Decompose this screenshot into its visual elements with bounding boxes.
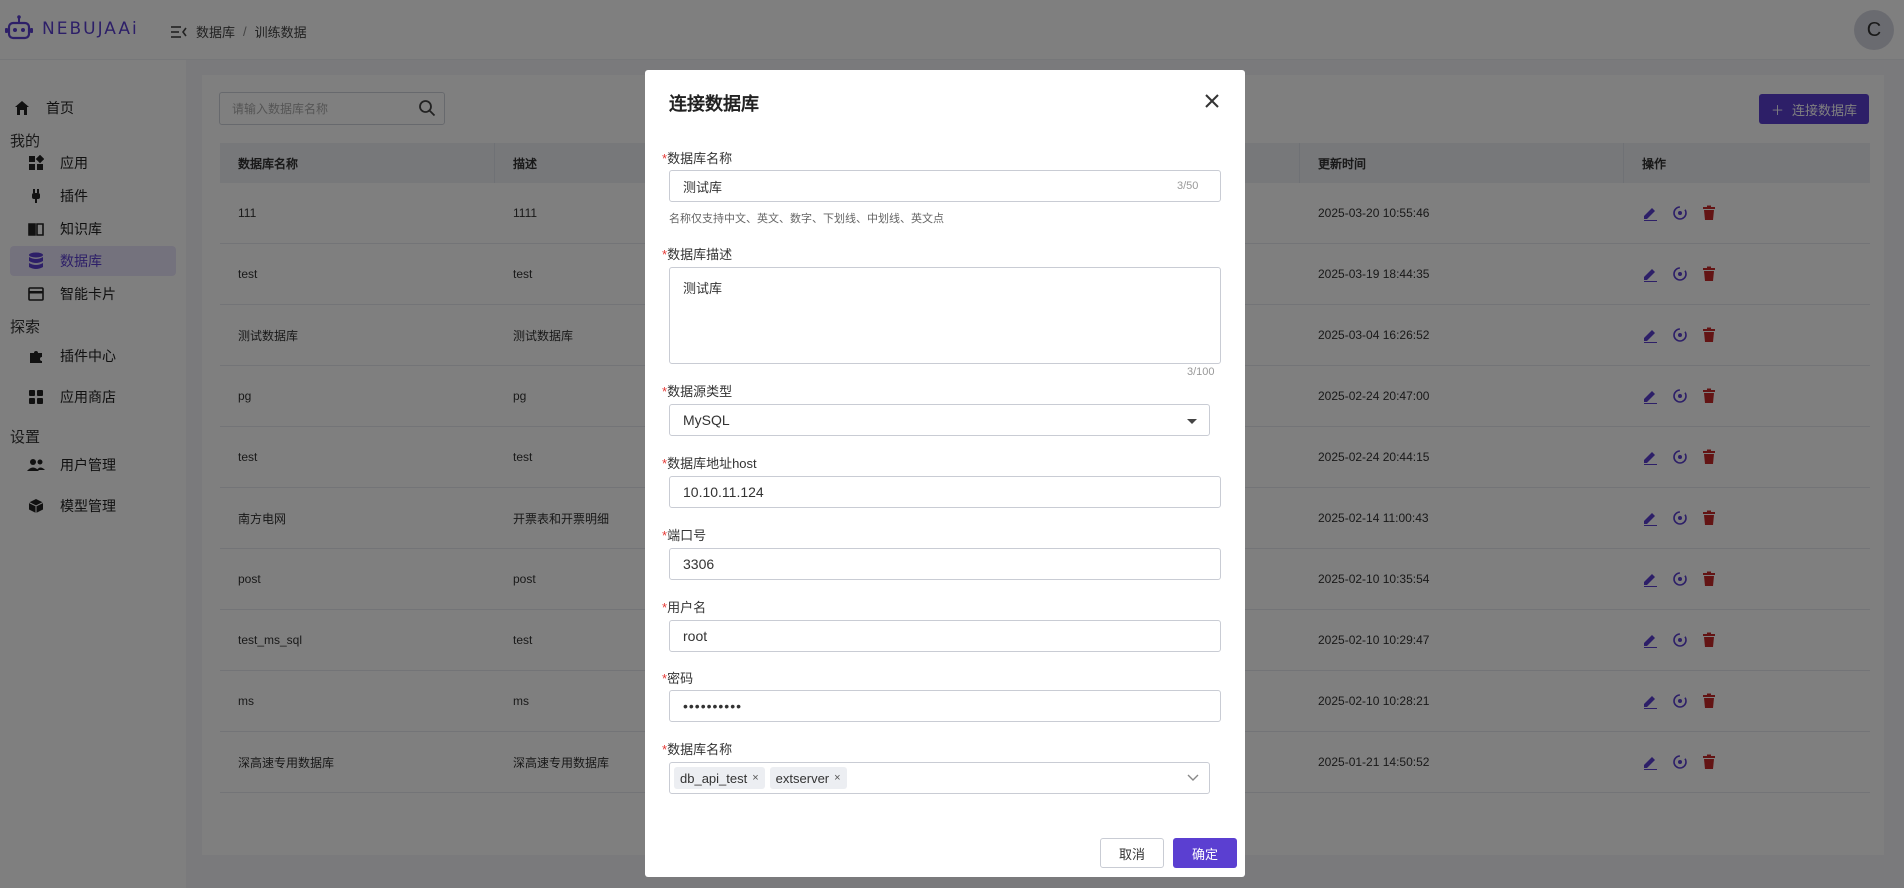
db-description-counter: 3/100 [1187,366,1215,378]
label-text: 数据库描述 [667,247,733,262]
confirm-button[interactable]: 确定 [1173,838,1237,868]
db-name-hint: 名称仅支持中文、英文、数字、下划线、中划线、英文点 [669,213,944,225]
input-value: 10.10.11.124 [683,484,764,500]
tag-chip: db_api_test × [674,767,765,789]
port-label: *端口号 [662,525,706,544]
host-label: *数据库地址host [662,453,757,472]
db-schema-multiselect[interactable]: db_api_test × extserver × [669,762,1210,794]
db-description-label: *数据库描述 [662,244,732,263]
label-text: 用户名 [667,600,707,615]
tag-label: extserver [775,770,830,786]
input-value: 测试库 [683,179,723,195]
source-type-select[interactable]: MySQL [669,404,1210,436]
textarea-value: 测试库 [683,281,723,296]
db-description-textarea[interactable]: 测试库 [669,267,1221,364]
tag-chip: extserver × [769,767,847,789]
dialog-title: 连接数据库 [669,94,759,114]
username-label: *用户名 [662,597,706,616]
label-text: 数据库名称 [667,151,733,166]
source-type-label: *数据源类型 [662,381,732,400]
db-name-label: *数据库名称 [662,148,732,167]
connect-database-dialog: 连接数据库 *数据库名称 测试库 3/50 名称仅支持中文、英文、数字、下划线、… [645,70,1245,877]
tag-remove-icon[interactable]: × [752,772,758,784]
host-input[interactable]: 10.10.11.124 [669,476,1221,508]
db-schema-label: *数据库名称 [662,739,732,758]
cancel-button[interactable]: 取消 [1100,838,1164,868]
caret-down-icon [1187,419,1197,424]
tag-label: db_api_test [680,770,748,786]
username-input[interactable]: root [669,620,1221,652]
port-input[interactable]: 3306 [669,548,1221,580]
label-text: 端口号 [667,528,707,543]
tag-remove-icon[interactable]: × [834,772,840,784]
input-value: •••••••••• [683,698,743,714]
label-text: 数据库名称 [667,742,733,757]
select-value: MySQL [683,412,730,428]
label-text: 数据库地址host [667,456,757,471]
db-name-input[interactable]: 测试库 [669,170,1221,202]
close-icon[interactable] [1201,90,1223,112]
password-label: *密码 [662,668,693,687]
label-text: 数据源类型 [667,384,733,399]
input-value: root [683,628,708,644]
chevron-down-icon [1187,774,1199,781]
label-text: 密码 [667,671,694,686]
password-input[interactable]: •••••••••• [669,690,1221,722]
db-name-counter: 3/50 [1177,180,1199,192]
input-value: 3306 [683,556,715,572]
